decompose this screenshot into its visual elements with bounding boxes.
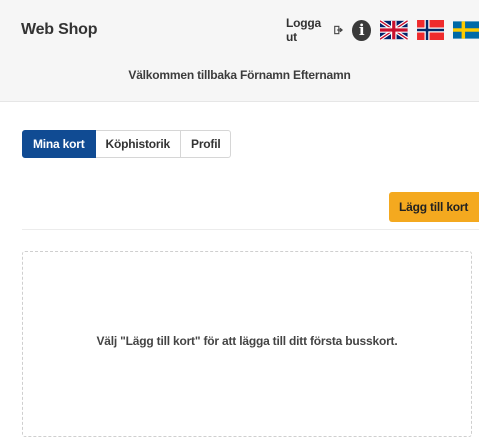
account-tabs: Mina kort Köphistorik Profil bbox=[22, 130, 232, 158]
tab-profile[interactable]: Profil bbox=[181, 130, 232, 158]
page: Web Shop Logga ut i Välkommen tillbaka F… bbox=[0, 0, 479, 443]
logout-label: Logga ut bbox=[286, 16, 321, 44]
header: Web Shop Logga ut i Välkommen tillbaka F… bbox=[0, 0, 479, 102]
empty-state-message: Välj "Lägg till kort" för att lägga till… bbox=[96, 334, 398, 348]
logout-link[interactable]: Logga ut bbox=[286, 16, 343, 44]
brand-title: Web Shop bbox=[21, 21, 98, 38]
welcome-message: Välkommen tillbaka Förnamn Efternamn bbox=[128, 68, 351, 82]
info-icon[interactable]: i bbox=[352, 19, 372, 41]
norway-flag-icon[interactable] bbox=[416, 20, 445, 40]
empty-cards-box: Välj "Lägg till kort" för att lägga till… bbox=[22, 251, 472, 437]
sweden-flag-icon[interactable] bbox=[453, 20, 479, 40]
header-actions: Logga ut i bbox=[286, 16, 479, 44]
add-card-button[interactable]: Lägg till kort bbox=[389, 192, 479, 222]
tab-purchase-history[interactable]: Köphistorik bbox=[95, 130, 182, 158]
divider bbox=[22, 229, 479, 230]
uk-flag-icon[interactable] bbox=[380, 20, 408, 40]
tab-my-cards[interactable]: Mina kort bbox=[22, 130, 96, 158]
logout-arrow-icon bbox=[334, 25, 343, 35]
